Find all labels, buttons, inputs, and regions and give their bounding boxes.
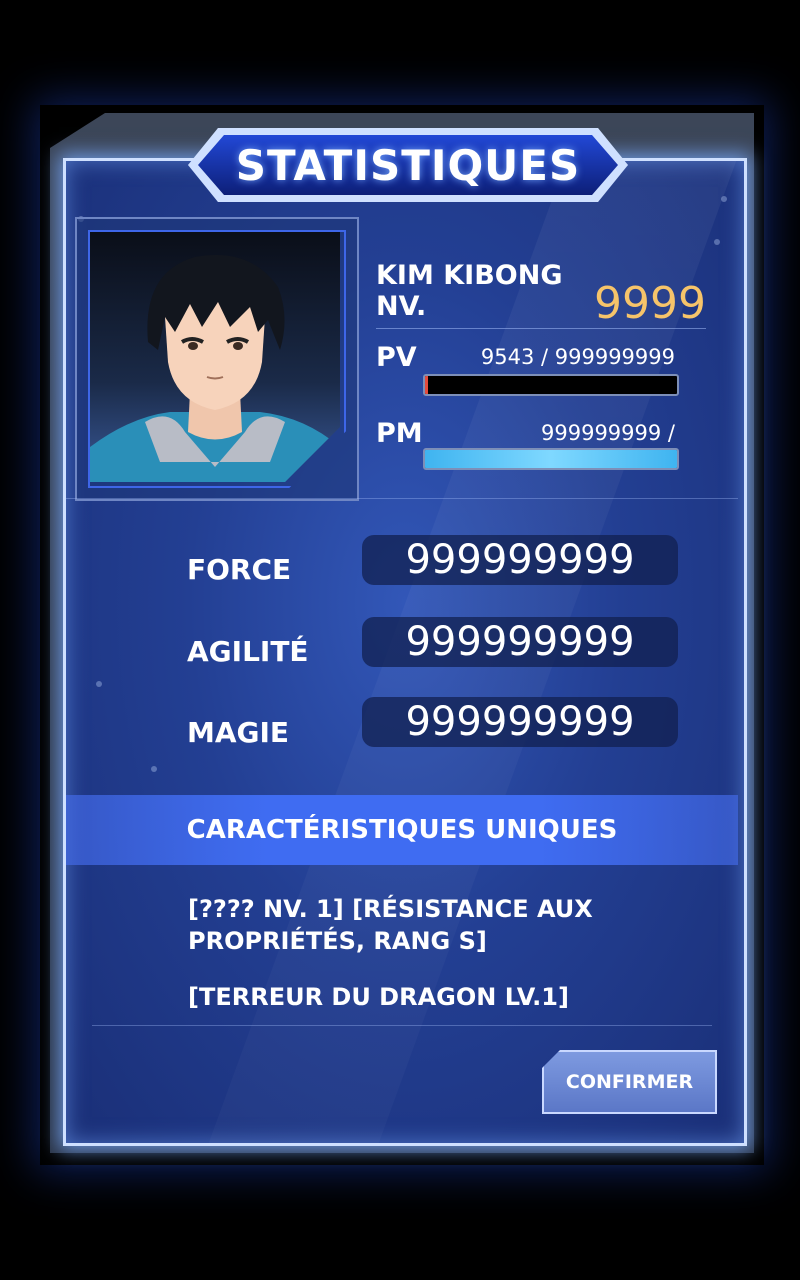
- stat-value-magic: 999999999: [405, 699, 635, 745]
- sparkle-dot: [96, 681, 102, 687]
- confirm-button[interactable]: CONFIRMER: [542, 1050, 717, 1114]
- trait-line: PROPRIÉTÉS, RANG S]: [188, 927, 487, 955]
- character-portrait-icon: [90, 255, 340, 482]
- character-header: KIM KIBONG NV. 9999: [376, 260, 706, 329]
- sparkle-dot: [151, 766, 157, 772]
- pv-bar-fill: [425, 376, 429, 394]
- character-name: KIM KIBONG NV.: [376, 260, 563, 322]
- sparkle-dot: [714, 239, 720, 245]
- trait-line: [TERREUR DU DRAGON LV.1]: [188, 983, 569, 1011]
- pv-bar: [423, 374, 679, 396]
- character-level: 9999: [594, 278, 706, 329]
- pv-value: 9543 / 999999999: [480, 345, 675, 369]
- page-title: STATISTIQUES: [235, 140, 581, 190]
- section-divider: [66, 498, 738, 499]
- trait-line: [???? NV. 1] [RÉSISTANCE AUX: [188, 895, 593, 923]
- stat-label-force: FORCE: [187, 553, 292, 586]
- pm-bar: [423, 448, 679, 470]
- avatar: [90, 232, 340, 482]
- sparkle-dot: [721, 196, 727, 202]
- stat-label-magic: MAGIE: [187, 716, 290, 749]
- stat-value-agility: 999999999: [405, 619, 635, 665]
- pm-label: PM: [376, 418, 423, 449]
- pv-label: PV: [376, 342, 417, 373]
- stat-value-force: 999999999: [405, 537, 635, 583]
- unique-traits-title: CARACTÉRISTIQUES UNIQUES: [186, 815, 618, 845]
- footer-divider: [92, 1025, 712, 1026]
- stat-label-agility: AGILITÉ: [187, 635, 309, 668]
- pm-bar-fill: [425, 450, 677, 468]
